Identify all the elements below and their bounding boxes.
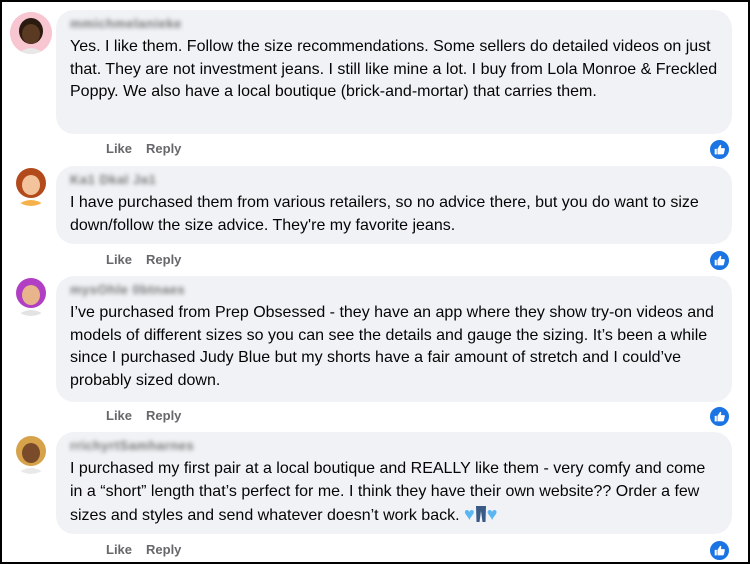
- thumbs-up-icon[interactable]: [709, 250, 730, 271]
- author-name[interactable]: rrichyrtSamharnes: [70, 438, 210, 458]
- blue-heart-icon: ♥: [486, 504, 498, 524]
- comment-bubble: rrichyrtSamharnes I purchased my first p…: [56, 432, 732, 534]
- comment-actions: Like Reply: [106, 408, 195, 423]
- thumbs-up-icon[interactable]: [709, 139, 730, 160]
- like-button[interactable]: Like: [106, 252, 132, 267]
- comment-bubble: mysOhle 0btnaes I’ve purchased from Prep…: [56, 276, 732, 402]
- avatar[interactable]: [10, 12, 52, 54]
- author-name[interactable]: Ka1 Dkal Ja1: [70, 172, 210, 192]
- like-button[interactable]: Like: [106, 542, 132, 557]
- thumbs-up-icon[interactable]: [709, 406, 730, 427]
- reply-button[interactable]: Reply: [146, 141, 181, 156]
- comment-bubble: Ka1 Dkal Ja1 I have purchased them from …: [56, 166, 732, 244]
- author-name[interactable]: mmichmelanieke: [70, 16, 210, 36]
- avatar[interactable]: [10, 164, 52, 206]
- like-button[interactable]: Like: [106, 141, 132, 156]
- comment-bubble: mmichmelanieke Yes. I like them. Follow …: [56, 10, 732, 134]
- jeans-icon: [475, 506, 486, 522]
- comment-actions: Like Reply: [106, 542, 195, 557]
- comments-panel: mmichmelanieke Yes. I like them. Follow …: [0, 0, 750, 564]
- thumbs-up-icon[interactable]: [709, 540, 730, 561]
- avatar[interactable]: [10, 274, 52, 316]
- reply-button[interactable]: Reply: [146, 542, 181, 557]
- author-name[interactable]: mysOhle 0btnaes: [70, 282, 210, 302]
- comment-text: I have purchased them from various retai…: [70, 194, 699, 234]
- reply-button[interactable]: Reply: [146, 408, 181, 423]
- comment-text: I’ve purchased from Prep Obsessed - they…: [70, 304, 714, 389]
- comment-text: I purchased my first pair at a local bou…: [70, 458, 718, 528]
- avatar[interactable]: [10, 432, 52, 474]
- blue-heart-icon: ♥: [464, 504, 475, 524]
- like-button[interactable]: Like: [106, 408, 132, 423]
- comment-actions: Like Reply: [106, 141, 195, 156]
- comment-text-content: I purchased my first pair at a local bou…: [70, 460, 706, 524]
- reply-button[interactable]: Reply: [146, 252, 181, 267]
- comment-actions: Like Reply: [106, 252, 195, 267]
- comment-text: Yes. I like them. Follow the size recomm…: [70, 38, 718, 100]
